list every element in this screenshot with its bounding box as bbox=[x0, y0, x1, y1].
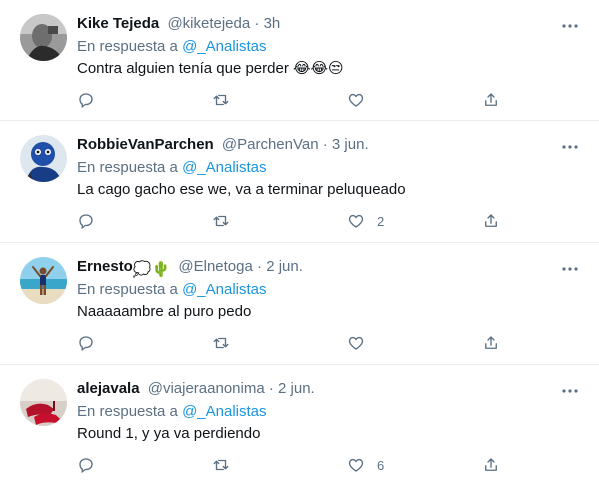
author-name[interactable]: RobbieVanParchen bbox=[77, 136, 214, 153]
tweet-actions: 2 bbox=[77, 210, 507, 232]
timestamp[interactable]: 3h bbox=[264, 15, 281, 32]
avatar[interactable] bbox=[20, 379, 67, 426]
like-count: 2 bbox=[377, 213, 385, 229]
separator-dot: · bbox=[254, 15, 260, 32]
author-handle[interactable]: @viajeraanonima bbox=[148, 380, 265, 397]
retweet-icon bbox=[213, 215, 229, 227]
reply-mention-link[interactable]: @_Analistas bbox=[182, 281, 266, 298]
reply-button[interactable] bbox=[77, 454, 95, 476]
reply-prefix: En respuesta a bbox=[77, 281, 178, 298]
avatar[interactable] bbox=[20, 14, 67, 61]
timestamp[interactable]: 2 jun. bbox=[266, 258, 303, 275]
reply-mention-link[interactable]: @_Analistas bbox=[182, 38, 266, 55]
like-button[interactable]: 6 bbox=[347, 454, 384, 476]
reply-icon bbox=[79, 336, 93, 352]
reply-context: En respuesta a @_Analistas bbox=[77, 158, 267, 178]
reply-button[interactable] bbox=[77, 210, 95, 232]
like-icon bbox=[348, 214, 364, 228]
tweet-actions: 6 bbox=[77, 454, 507, 476]
more-icon[interactable] bbox=[559, 260, 581, 278]
reply-context: En respuesta a @_Analistas bbox=[77, 280, 267, 300]
share-button[interactable] bbox=[482, 89, 500, 111]
author-handle[interactable]: @Elnetoga bbox=[178, 258, 252, 275]
avatar[interactable] bbox=[20, 257, 67, 304]
more-icon[interactable] bbox=[559, 17, 581, 35]
timestamp[interactable]: 3 jun. bbox=[332, 136, 369, 153]
separator-dot: · bbox=[268, 380, 274, 397]
share-icon bbox=[485, 336, 497, 349]
tweet-header: RobbieVanParchen @ParchenVan · 3 jun. bbox=[77, 135, 369, 155]
share-icon bbox=[485, 93, 497, 106]
reply-mention-link[interactable]: @_Analistas bbox=[182, 403, 266, 420]
more-icon[interactable] bbox=[559, 382, 581, 400]
tweet-text: Contra alguien tenía que perder 😂😂😒 bbox=[77, 60, 344, 77]
like-button[interactable] bbox=[347, 332, 377, 354]
reply-prefix: En respuesta a bbox=[77, 159, 178, 176]
author-name-emojis: 💭🌵 bbox=[132, 261, 171, 278]
tweet[interactable]: Kike Tejeda @kiketejeda · 3h En respuest… bbox=[0, 0, 599, 121]
reply-icon bbox=[79, 458, 93, 474]
tweet-header: alejavala @viajeraanonima · 2 jun. bbox=[77, 379, 315, 399]
reply-prefix: En respuesta a bbox=[77, 38, 178, 55]
share-icon bbox=[485, 214, 497, 227]
retweet-icon bbox=[213, 94, 229, 106]
like-button[interactable] bbox=[347, 89, 377, 111]
timestamp[interactable]: 2 jun. bbox=[278, 380, 315, 397]
retweet-button[interactable] bbox=[212, 454, 230, 476]
like-icon bbox=[348, 336, 364, 350]
tweet-text: La cago gacho ese we, va a terminar pelu… bbox=[77, 181, 406, 198]
share-button[interactable] bbox=[482, 454, 500, 476]
retweet-icon bbox=[213, 337, 229, 349]
retweet-icon bbox=[213, 459, 229, 471]
like-button[interactable]: 2 bbox=[347, 210, 384, 232]
reply-button[interactable] bbox=[77, 89, 95, 111]
more-icon[interactable] bbox=[559, 138, 581, 156]
like-icon bbox=[348, 93, 364, 107]
retweet-button[interactable] bbox=[212, 89, 230, 111]
tweet-header: Ernesto💭🌵 @Elnetoga · 2 jun. bbox=[77, 257, 303, 280]
author-handle[interactable]: @kiketejeda bbox=[167, 15, 250, 32]
tweet-actions bbox=[77, 89, 507, 111]
tweet[interactable]: Ernesto💭🌵 @Elnetoga · 2 jun. En respuest… bbox=[0, 243, 599, 365]
avatar[interactable] bbox=[20, 135, 67, 182]
like-count: 6 bbox=[377, 457, 385, 473]
author-name[interactable]: Kike Tejeda bbox=[77, 15, 159, 32]
author-handle[interactable]: @ParchenVan bbox=[222, 136, 319, 153]
reply-mention-link[interactable]: @_Analistas bbox=[182, 159, 266, 176]
tweet-header: Kike Tejeda @kiketejeda · 3h bbox=[77, 14, 280, 34]
tweet-text: Naaaaambre al puro pedo bbox=[77, 303, 252, 320]
tweet-actions bbox=[77, 332, 507, 354]
share-icon bbox=[485, 458, 497, 471]
reply-context: En respuesta a @_Analistas bbox=[77, 402, 267, 422]
separator-dot: · bbox=[322, 136, 328, 153]
replies-timeline: Kike Tejeda @kiketejeda · 3h En respuest… bbox=[0, 0, 599, 489]
tweet[interactable]: alejavala @viajeraanonima · 2 jun. En re… bbox=[0, 365, 599, 489]
reply-icon bbox=[79, 93, 93, 109]
share-button[interactable] bbox=[482, 210, 500, 232]
retweet-button[interactable] bbox=[212, 332, 230, 354]
author-name[interactable]: alejavala bbox=[77, 380, 140, 397]
tweet-text: Round 1, y ya va perdiendo bbox=[77, 425, 261, 442]
like-icon bbox=[348, 458, 364, 472]
reply-button[interactable] bbox=[77, 332, 95, 354]
reply-prefix: En respuesta a bbox=[77, 403, 178, 420]
separator-dot: · bbox=[257, 258, 263, 275]
share-button[interactable] bbox=[482, 332, 500, 354]
retweet-button[interactable] bbox=[212, 210, 230, 232]
tweet[interactable]: RobbieVanParchen @ParchenVan · 3 jun. En… bbox=[0, 121, 599, 243]
author-name[interactable]: Ernesto bbox=[77, 258, 133, 275]
reply-context: En respuesta a @_Analistas bbox=[77, 37, 267, 57]
reply-icon bbox=[79, 214, 93, 230]
